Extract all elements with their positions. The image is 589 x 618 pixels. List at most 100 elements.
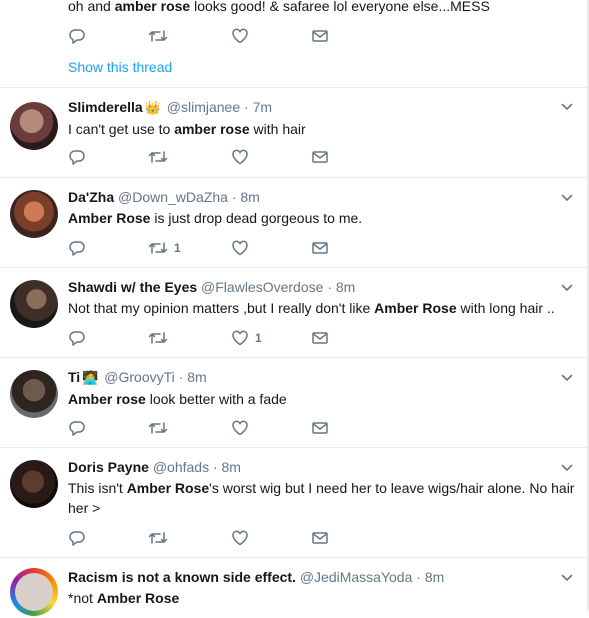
reply-icon: [69, 531, 85, 546]
retweet-icon: [148, 532, 168, 544]
reply-button[interactable]: [68, 239, 86, 257]
chevron-down-icon[interactable]: [561, 282, 573, 294]
show-thread-link[interactable]: Show this thread: [68, 59, 172, 75]
tweet-header: Shawdi w/ the Eyes @FlawlesOverdose · 8m: [68, 278, 575, 296]
reply-button[interactable]: [68, 148, 86, 166]
retweet-icon: [148, 332, 168, 344]
reply-icon: [69, 29, 85, 44]
handle[interactable]: @slimjanee: [167, 99, 240, 115]
retweet-icon: [148, 151, 168, 163]
dm-button[interactable]: [311, 239, 329, 257]
tweet-text: I can't get use to amber rose with hair: [68, 121, 306, 137]
heart-icon: [232, 420, 248, 436]
chevron-down-icon[interactable]: [561, 372, 573, 384]
tweet-text: Amber Rose is just drop dead gorgeous to…: [68, 210, 363, 226]
dm-button[interactable]: [311, 329, 329, 347]
tweet-header: Doris Payne @ohfads · 8m: [68, 458, 575, 476]
chevron-down-icon[interactable]: [561, 101, 573, 113]
like-button[interactable]: 1: [231, 329, 262, 347]
like-button[interactable]: [231, 419, 255, 437]
dm-button[interactable]: [311, 529, 329, 547]
reply-icon: [69, 421, 85, 436]
avatar[interactable]: [10, 280, 58, 328]
avatar[interactable]: [10, 460, 58, 508]
envelope-icon: [312, 422, 328, 434]
heart-icon: [232, 330, 248, 346]
tweet[interactable]: Ti 🧑‍💻 @GroovyTi · 8m Amber rose look bet…: [0, 358, 587, 448]
avatar[interactable]: [10, 568, 58, 616]
envelope-icon: [312, 332, 328, 344]
tweet-text: Amber rose look better with a fade: [68, 391, 287, 407]
display-name[interactable]: Racism is not a known side effect.: [68, 569, 296, 585]
reply-icon: [69, 150, 85, 165]
like-button[interactable]: [231, 239, 255, 257]
retweet-icon: [148, 242, 168, 254]
tweet-header: Da'Zha @Down_wDaZha · 8m: [68, 188, 575, 206]
reply-button[interactable]: [68, 529, 86, 547]
tweet-partial[interactable]: oh and amber rose looks good! & safaree …: [0, 0, 587, 88]
handle[interactable]: @JediMassaYoda: [300, 569, 413, 585]
tweet-text: Not that my opinion matters ,but I reall…: [68, 300, 555, 316]
envelope-icon: [312, 532, 328, 544]
avatar[interactable]: [10, 190, 58, 238]
reply-icon: [69, 331, 85, 346]
timestamp[interactable]: · 7m: [244, 99, 272, 115]
handle[interactable]: @GroovyTi: [104, 369, 174, 385]
retweet-count: 1: [174, 241, 181, 255]
dm-button[interactable]: [311, 419, 329, 437]
envelope-icon: [312, 30, 328, 42]
reply-button[interactable]: [68, 329, 86, 347]
display-name[interactable]: Ti: [68, 369, 80, 385]
like-button[interactable]: [231, 27, 249, 45]
avatar[interactable]: [10, 370, 58, 418]
dm-button[interactable]: [311, 27, 329, 45]
avatar[interactable]: [10, 102, 58, 150]
retweet-button[interactable]: [148, 329, 174, 347]
retweet-button[interactable]: [148, 148, 174, 166]
tweet-header: Ti 🧑‍💻 @GroovyTi · 8m: [68, 368, 575, 387]
tweet-text: *not Amber Rose: [68, 590, 180, 606]
envelope-icon: [312, 242, 328, 254]
handle[interactable]: @Down_wDaZha: [118, 189, 228, 205]
display-name[interactable]: Shawdi w/ the Eyes: [68, 279, 197, 295]
dm-button[interactable]: [311, 148, 329, 166]
retweet-icon: [148, 422, 168, 434]
retweet-button[interactable]: 1: [148, 239, 181, 257]
tweet[interactable]: Slimderella 👑 @slimjanee · 7m I can't get…: [0, 88, 587, 178]
chevron-down-icon[interactable]: [561, 572, 573, 584]
tweet-header: Slimderella 👑 @slimjanee · 7m: [68, 98, 575, 117]
timestamp[interactable]: · 8m: [213, 459, 241, 475]
timestamp[interactable]: · 8m: [416, 569, 444, 585]
tweet-text: oh and amber rose looks good! & safaree …: [68, 0, 490, 14]
tweet[interactable]: Shawdi w/ the Eyes @FlawlesOverdose · 8m…: [0, 268, 587, 358]
retweet-button[interactable]: [148, 27, 168, 45]
tweet-header: Racism is not a known side effect. @Jedi…: [68, 568, 575, 586]
heart-icon: [232, 149, 248, 165]
handle[interactable]: @ohfads: [153, 459, 209, 475]
tweet[interactable]: Da'Zha @Down_wDaZha · 8m Amber Rose is j…: [0, 178, 587, 268]
retweet-button[interactable]: [148, 419, 174, 437]
envelope-icon: [312, 151, 328, 163]
reply-button[interactable]: [68, 419, 86, 437]
timestamp[interactable]: · 8m: [232, 189, 260, 205]
like-button[interactable]: [231, 529, 255, 547]
tweet[interactable]: Racism is not a known side effect. @Jedi…: [0, 558, 587, 618]
crown-emoji: 👑: [144, 100, 161, 115]
tweet[interactable]: Doris Payne @ohfads · 8m This isn't Ambe…: [0, 448, 587, 558]
reply-button[interactable]: [68, 27, 86, 45]
technologist-emoji: 🧑‍💻: [82, 370, 99, 385]
display-name[interactable]: Slimderella: [68, 99, 143, 115]
timestamp[interactable]: · 8m: [179, 369, 207, 385]
heart-icon: [232, 28, 248, 44]
heart-icon: [232, 240, 248, 256]
like-button[interactable]: [231, 148, 255, 166]
reply-icon: [69, 241, 85, 256]
display-name[interactable]: Doris Payne: [68, 459, 149, 475]
chevron-down-icon[interactable]: [561, 462, 573, 474]
handle[interactable]: @FlawlesOverdose: [201, 279, 323, 295]
retweet-button[interactable]: [148, 529, 174, 547]
chevron-down-icon[interactable]: [561, 192, 573, 204]
heart-icon: [232, 530, 248, 546]
timestamp[interactable]: · 8m: [327, 279, 355, 295]
display-name[interactable]: Da'Zha: [68, 189, 114, 205]
